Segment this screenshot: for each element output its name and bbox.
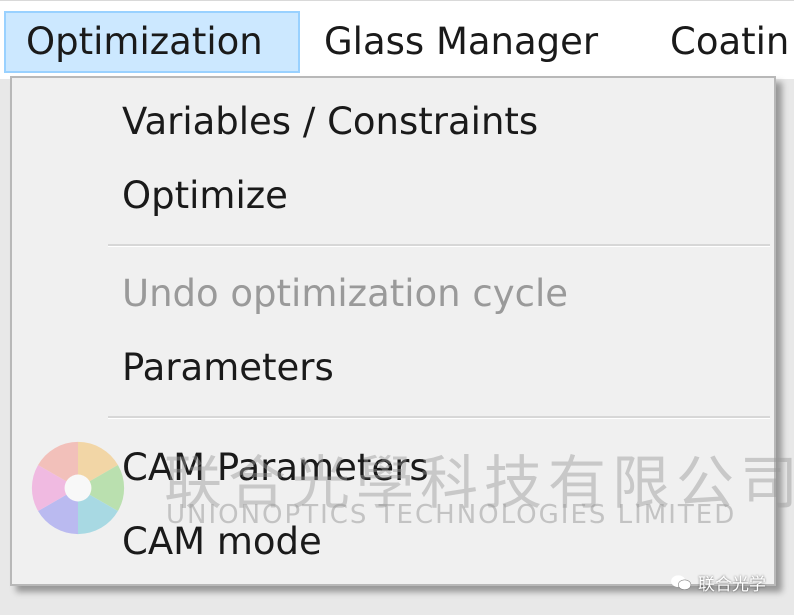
menu-item-undo-optimization-cycle: Undo optimization cycle	[122, 272, 569, 315]
watermark-corner-label: 联合光学	[698, 575, 766, 595]
menu-item-parameters[interactable]: Parameters	[122, 346, 334, 390]
watermark-company-en: UNIONOPTICS TECHNOLOGIES LIMITED	[166, 500, 737, 530]
aperture-logo-icon	[31, 441, 125, 535]
menu-item-optimize[interactable]: Optimize	[122, 174, 288, 218]
wechat-icon	[671, 574, 692, 590]
menu-separator	[108, 244, 770, 247]
menu-separator	[108, 416, 770, 419]
menu-optimization[interactable]: Optimization	[4, 11, 300, 73]
menu-glass-manager[interactable]: Glass Manager	[324, 11, 598, 73]
menu-item-variables-constraints[interactable]: Variables / Constraints	[122, 100, 538, 144]
watermark-corner: 联合光学	[670, 570, 766, 595]
menu-coating[interactable]: Coatin	[670, 11, 789, 73]
menu-bar: Optimization Glass Manager Coatin	[0, 0, 794, 79]
